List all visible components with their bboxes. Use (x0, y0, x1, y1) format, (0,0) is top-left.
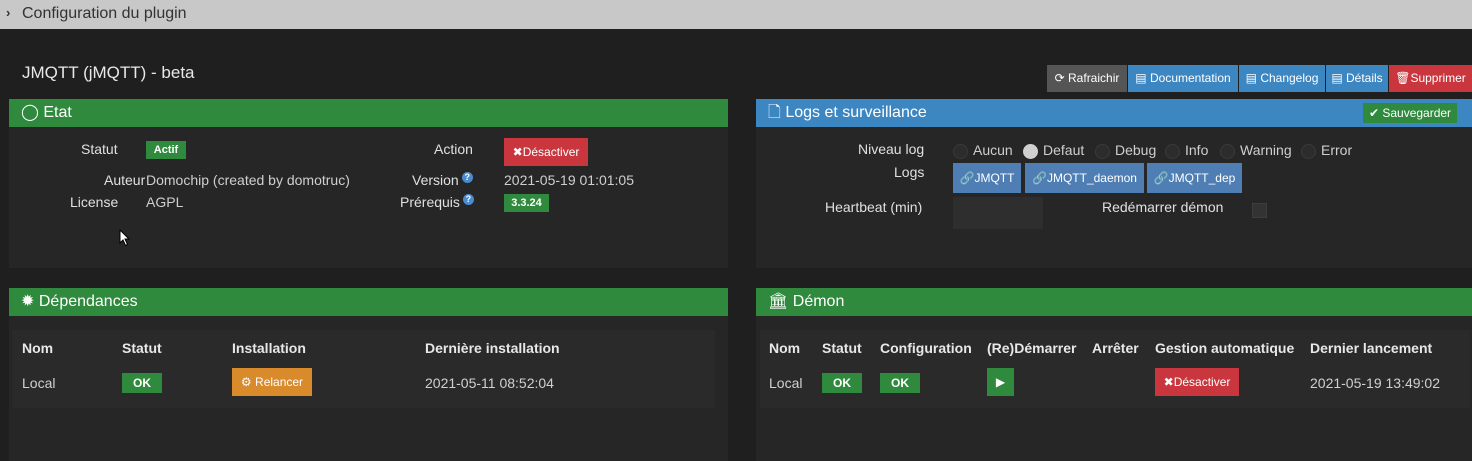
col-gestion-automatique: Gestion automatique (1155, 340, 1295, 356)
book-icon: ▤ (1135, 71, 1147, 85)
level-radio-defaut[interactable] (1023, 144, 1038, 159)
file-icon: 🗋 (768, 104, 781, 121)
refresh-button[interactable]: ⟳ Rafraichir (1047, 65, 1127, 92)
log-jmqtt-dep-button[interactable]: 🔗JMQTT_dep (1147, 163, 1242, 193)
details-button[interactable]: ▤ Détails (1326, 65, 1388, 92)
action-label: Action (434, 141, 473, 157)
demon-config-badge: OK (880, 373, 920, 393)
col-installation: Installation (232, 340, 306, 356)
restart-daemon-label: Redémarrer démon (1102, 199, 1224, 215)
documentation-button[interactable]: ▤ Documentation (1128, 65, 1238, 92)
help-icon[interactable]: ? (462, 194, 474, 205)
level-radio-warning[interactable] (1220, 144, 1235, 159)
paperclip-icon: 🔗 (1032, 171, 1047, 185)
mouse-cursor-icon (119, 229, 131, 247)
logs-label: Logs (894, 164, 925, 180)
auteur-value: Domochip (created by domotruc) (146, 172, 350, 188)
refresh-icon: ⟳ (1054, 71, 1065, 85)
demon-table: Nom Statut Configuration (Re)Démarrer Ar… (760, 330, 1470, 408)
col-nom: Nom (22, 340, 54, 356)
close-icon: ✖ (512, 145, 523, 159)
play-icon: ▶ (995, 375, 1006, 389)
auteur-label: Auteur (104, 172, 146, 188)
plugin-config-bar[interactable]: › Configuration du plugin (0, 0, 1472, 29)
help-icon[interactable]: ? (461, 172, 473, 183)
demon-last-launch: 2021-05-19 13:49:02 (1310, 375, 1440, 391)
close-icon: ✖ (1163, 375, 1174, 389)
col-arreter: Arrêter (1092, 340, 1139, 356)
col-configuration: Configuration (880, 340, 972, 356)
log-jmqtt-button[interactable]: 🔗JMQTT (953, 163, 1021, 193)
dep-nom: Local (22, 375, 56, 391)
demon-nom: Local (769, 375, 803, 391)
bicycle-icon: ⚙ (240, 375, 252, 389)
dep-last-install: 2021-05-11 08:52:04 (425, 375, 554, 391)
power-icon: ◯ (21, 104, 39, 121)
col-dernier-lancement: Dernier lancement (1310, 340, 1433, 356)
book-icon: ▤ (1245, 71, 1257, 85)
plugin-config-title: Configuration du plugin (22, 5, 187, 22)
col-statut: Statut (822, 340, 862, 356)
delete-button[interactable]: 🗑Supprimer (1389, 65, 1472, 92)
level-radio-error[interactable] (1301, 144, 1316, 159)
chevron-right-icon: › (6, 5, 11, 20)
version-label: Version? (412, 172, 473, 188)
trash-icon: 🗑 (1395, 71, 1411, 85)
license-value: AGPL (146, 194, 184, 210)
demon-status-badge: OK (822, 373, 862, 393)
gear-icon: ✹ (21, 293, 35, 310)
col-statut: Statut (122, 340, 162, 356)
statut-label: Statut (81, 141, 118, 157)
level-radio-info[interactable] (1165, 144, 1180, 159)
version-value: 2021-05-19 01:01:05 (504, 172, 634, 188)
restart-daemon-checkbox[interactable] (1252, 203, 1267, 218)
level-label-defaut: Defaut (1043, 142, 1085, 158)
heartbeat-label: Heartbeat (min) (825, 199, 923, 215)
level-label-warning: Warning (1240, 142, 1292, 158)
dep-status-badge: OK (122, 373, 162, 393)
save-button[interactable]: ✔ Sauvegarder (1363, 103, 1457, 123)
auto-management-deactivate-button[interactable]: ✖Désactiver (1155, 368, 1239, 396)
prerequis-label: Prérequis? (400, 194, 474, 210)
heartbeat-input[interactable] (953, 197, 1043, 229)
level-radio-debug[interactable] (1095, 144, 1110, 159)
level-radio-aucun[interactable] (953, 144, 968, 159)
etat-panel: ◯ Etat Statut Actif Action ✖Désactiver A… (9, 99, 728, 268)
col-redemarrer: (Re)Démarrer (987, 340, 1077, 356)
dependances-table: Nom Statut Installation Dernière install… (12, 330, 715, 408)
level-label-error: Error (1321, 142, 1353, 158)
niveau-log-label: Niveau log (858, 141, 925, 157)
check-circle-icon: ✔ (1368, 106, 1379, 120)
deactivate-button[interactable]: ✖Désactiver (504, 138, 588, 166)
license-label: License (70, 194, 119, 210)
start-daemon-button[interactable]: ▶ (987, 368, 1014, 396)
level-label-debug: Debug (1115, 142, 1157, 158)
paperclip-icon: 🔗 (1153, 171, 1169, 185)
changelog-button[interactable]: ▤ Changelog (1239, 65, 1325, 92)
col-nom: Nom (769, 340, 801, 356)
paperclip-icon: 🔗 (959, 171, 975, 185)
dependances-panel: ✹ Dépendances Nom Statut Installation De… (9, 288, 728, 461)
relaunch-button[interactable]: ⚙ Relancer (232, 368, 312, 396)
plugin-title: JMQTT (jMQTT) - beta (22, 63, 195, 82)
book-icon: ▤ (1331, 71, 1343, 85)
demon-panel: 🏛 Démon Nom Statut Configuration (Re)Dém… (756, 288, 1472, 461)
prerequis-badge: 3.3.24 (504, 194, 549, 212)
bank-icon: 🏛 (768, 293, 789, 310)
logs-panel: 🗋 Logs et surveillance ✔ Sauvegarder Niv… (756, 99, 1472, 268)
log-jmqtt-daemon-button[interactable]: 🔗JMQTT_daemon (1025, 163, 1144, 193)
etat-panel-header: ◯ Etat (9, 99, 728, 127)
col-derniere-installation: Dernière installation (425, 340, 560, 356)
statut-badge: Actif (146, 141, 186, 159)
level-label-aucun: Aucun (973, 142, 1013, 158)
dependances-panel-header: ✹ Dépendances (9, 288, 728, 316)
demon-panel-header: 🏛 Démon (756, 288, 1472, 316)
level-label-info: Info (1185, 142, 1209, 158)
